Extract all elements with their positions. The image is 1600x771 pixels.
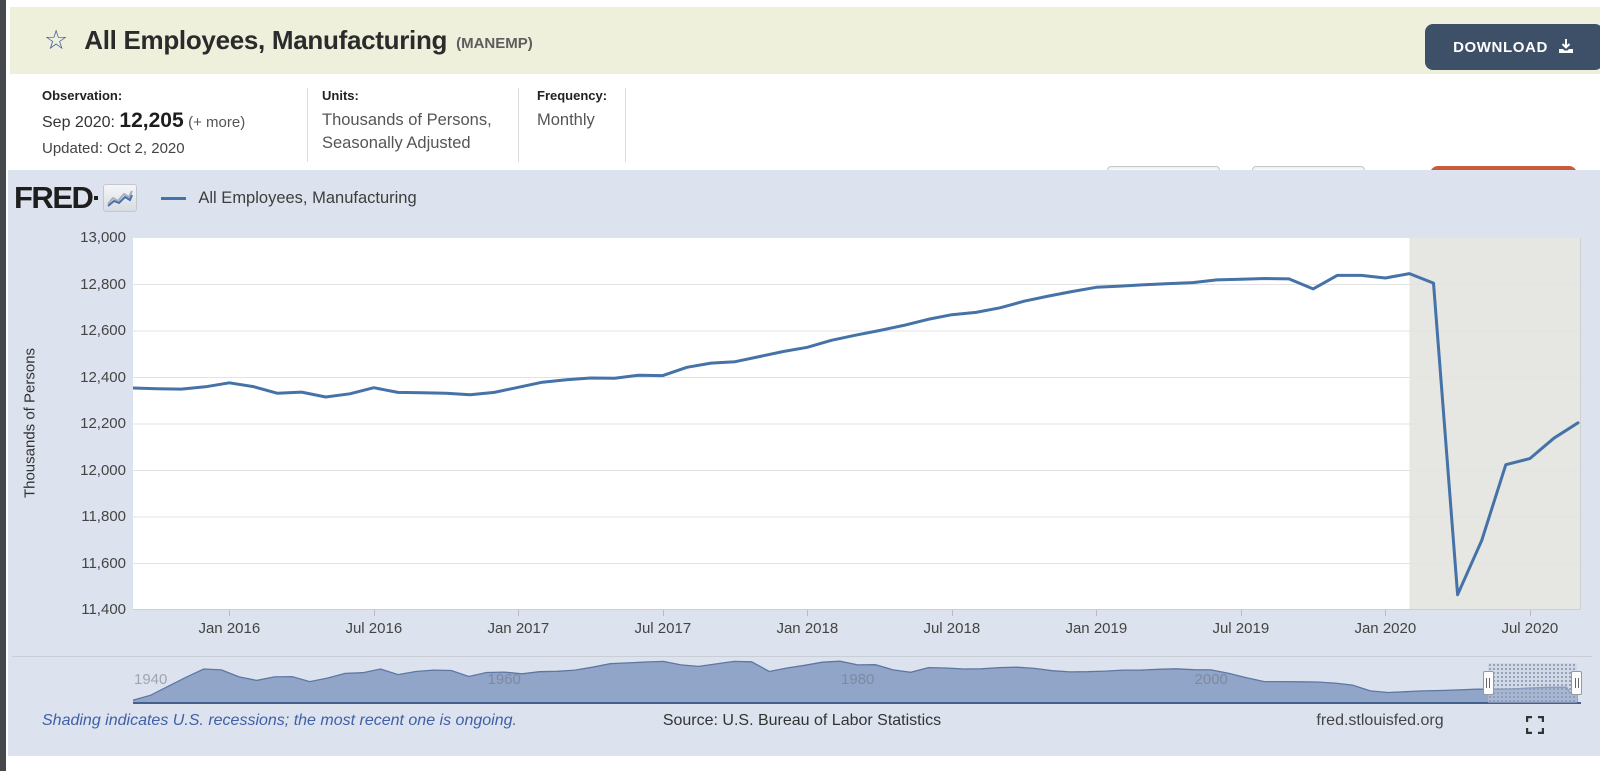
info-bar: Observation: Sep 2020: 12,205 (+ more) U… [10, 74, 1600, 170]
x-tick-mark [952, 610, 953, 616]
y-tick-label: 11,400 [36, 600, 126, 620]
navigator-handle-right[interactable] [1571, 671, 1582, 695]
x-tick-label: Jan 2018 [776, 620, 838, 637]
window-edge-strip [0, 0, 6, 771]
chart-area: FRED All Employees, Manufacturing Thousa… [8, 170, 1600, 756]
x-tick-label: Jan 2020 [1354, 620, 1416, 637]
x-tick-label: Jan 2019 [1065, 620, 1127, 637]
observation-more-link[interactable]: (+ more) [188, 114, 245, 131]
divider [625, 88, 626, 162]
x-tick-label: Jul 2018 [923, 620, 980, 637]
page-title: All Employees, Manufacturing [84, 25, 447, 56]
source-note: Source: U.S. Bureau of Labor Statistics [602, 712, 1002, 730]
observation-label: Observation: [42, 88, 245, 103]
download-icon [1557, 38, 1575, 56]
legend-series-label: All Employees, Manufacturing [198, 189, 416, 208]
favorite-star-icon[interactable]: ☆ [44, 27, 68, 54]
fred-graph-page: ☆ All Employees, Manufacturing (MANEMP) … [0, 0, 1600, 771]
title-bar: ☆ All Employees, Manufacturing (MANEMP) … [10, 7, 1600, 74]
x-tick-label: Jan 2016 [198, 620, 260, 637]
frequency-label: Frequency: [537, 88, 607, 103]
y-tick-label: 12,000 [36, 461, 126, 481]
x-tick-mark [807, 610, 808, 616]
units-value: Thousands of Persons, Seasonally Adjuste… [322, 109, 492, 155]
x-tick-mark [374, 610, 375, 616]
legend-line-swatch [161, 197, 186, 200]
y-tick-label: 12,800 [36, 275, 126, 295]
observation-value: 12,205 [119, 109, 183, 132]
navigator-decade-label: 1960 [488, 671, 521, 688]
fred-logo: FRED [14, 180, 92, 216]
fred-site-link[interactable]: fred.stlouisfed.org [1300, 712, 1460, 730]
y-tick-label: 11,600 [36, 554, 126, 574]
navigator-handle-left[interactable] [1483, 671, 1494, 695]
x-tick-mark [518, 610, 519, 616]
y-tick-label: 11,800 [36, 507, 126, 527]
chart-header: FRED All Employees, Manufacturing [14, 178, 417, 218]
units-block: Units: Thousands of Persons, Seasonally … [322, 88, 492, 155]
divider [307, 88, 308, 162]
frequency-value: Monthly [537, 109, 607, 132]
x-tick-label: Jul 2019 [1212, 620, 1269, 637]
navigator-decade-label: 1980 [841, 671, 874, 688]
main-plot[interactable] [133, 238, 1581, 610]
navigator-decade-label: 1940 [134, 671, 167, 688]
navigator-selection[interactable] [1488, 663, 1576, 703]
fullscreen-icon[interactable] [1526, 716, 1544, 734]
x-tick-mark [1096, 610, 1097, 616]
y-tick-label: 12,600 [36, 321, 126, 341]
x-tick-mark [663, 610, 664, 616]
x-tick-label: Jul 2020 [1501, 620, 1558, 637]
y-tick-label: 12,400 [36, 368, 126, 388]
download-button[interactable]: DOWNLOAD [1425, 24, 1600, 70]
download-button-label: DOWNLOAD [1453, 39, 1548, 56]
x-tick-label: Jul 2017 [634, 620, 691, 637]
x-tick-mark [229, 610, 230, 616]
x-tick-mark [1530, 610, 1531, 616]
observation-block: Observation: Sep 2020: 12,205 (+ more) U… [42, 88, 245, 157]
observation-date: Sep 2020: [42, 114, 115, 131]
recession-note-link[interactable]: Shading indicates U.S. recessions; the m… [42, 712, 517, 730]
y-tick-label: 12,200 [36, 414, 126, 434]
x-tick-mark [1241, 610, 1242, 616]
x-tick-mark [1385, 610, 1386, 616]
observation-line: Sep 2020: 12,205 (+ more) [42, 109, 245, 133]
fred-logo-dot [94, 196, 98, 200]
x-tick-label: Jan 2017 [487, 620, 549, 637]
divider [518, 88, 519, 162]
series-id: (MANEMP) [456, 35, 533, 52]
frequency-block: Frequency: Monthly [537, 88, 607, 132]
x-tick-label: Jul 2016 [345, 620, 402, 637]
y-tick-label: 13,000 [36, 228, 126, 248]
units-label: Units: [322, 88, 492, 103]
navigator-decade-label: 2000 [1195, 671, 1228, 688]
observation-updated: Updated: Oct 2, 2020 [42, 140, 245, 157]
fred-logo-chart-icon [103, 184, 137, 212]
